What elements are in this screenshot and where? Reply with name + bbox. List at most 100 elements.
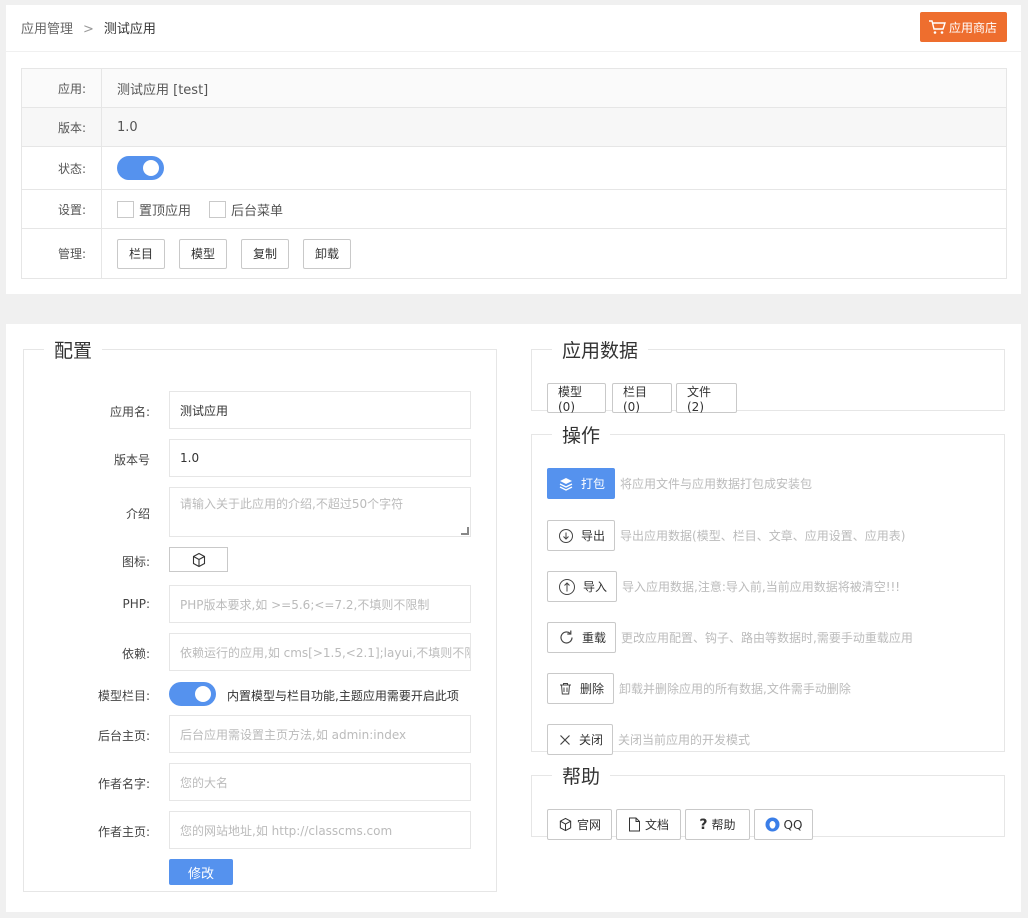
breadcrumb: 应用管理 > 测试应用	[21, 18, 156, 37]
op-row-export: 导出 导出应用数据(模型、栏目、文章、应用设置、应用表)	[547, 520, 905, 551]
reload-label: 重载	[582, 631, 607, 645]
qq-button[interactable]: QQ	[754, 809, 813, 840]
cube-icon	[191, 552, 207, 568]
close-dev-label: 关闭	[579, 733, 604, 747]
php-input[interactable]: PHP版本要求,如 >=5.6;<=7.2,不填则不限制	[169, 585, 471, 623]
app-data-channel-button[interactable]: 栏目(0)	[612, 383, 672, 414]
author-name-input[interactable]: 您的大名	[169, 763, 471, 801]
field-label: 依赖:	[121, 647, 150, 661]
app-info-table: 应用: 测试应用 [test] 版本: 1.0 状态: 设置: 置顶应用 后台菜…	[21, 68, 1007, 279]
qq-label: QQ	[783, 817, 803, 832]
pack-label: 打包	[581, 477, 606, 491]
field-label: 版本号	[113, 453, 150, 467]
help-fieldset: 帮助 官网 文档 ? 帮助 QQ	[531, 762, 1005, 840]
help-title: 帮助	[562, 766, 601, 788]
info-row-status: 状态:	[22, 147, 1006, 190]
op-row-import: 导入 导入应用数据,注意:导入前,当前应用数据将被清空!!!	[547, 571, 900, 602]
docs-button[interactable]: 文档	[616, 809, 681, 840]
author-home-input[interactable]: 您的网站地址,如 http://classcms.com	[169, 811, 471, 849]
info-app-value: 测试应用 [test]	[117, 82, 209, 98]
field-label: 介绍	[125, 507, 150, 521]
config-title: 配置	[54, 340, 93, 362]
delete-label: 删除	[580, 682, 605, 696]
help-button[interactable]: ? 帮助	[685, 809, 750, 840]
export-label: 导出	[581, 529, 606, 543]
download-icon	[558, 528, 574, 544]
info-row-manage: 管理: 栏目 模型 复制 卸载	[22, 229, 1006, 278]
cart-icon	[928, 19, 946, 35]
upload-icon	[558, 578, 576, 596]
op-row-pack: 打包 将应用文件与应用数据打包成安装包	[547, 468, 812, 499]
config-fieldset: 配置 应用名: 测试应用 版本号 1.0 介绍 请输入关于此应用的介绍,不超过5…	[23, 336, 497, 892]
app-data-fieldset: 应用数据 模型(0) 栏目(0) 文件(2)	[531, 336, 1005, 414]
close-icon	[558, 733, 572, 747]
field-label: 作者名字:	[97, 777, 150, 791]
info-label: 管理:	[22, 229, 102, 278]
save-button[interactable]: 修改	[169, 859, 233, 885]
reload-desc: 更改应用配置、钩子、路由等数据时,需要手动重载应用	[621, 631, 913, 645]
info-label: 版本:	[22, 108, 102, 146]
resize-grip-icon[interactable]	[461, 527, 469, 535]
pack-desc: 将应用文件与应用数据打包成安装包	[620, 477, 813, 491]
document-icon	[628, 817, 641, 832]
field-label: 模型栏目:	[97, 689, 150, 703]
pack-button[interactable]: 打包	[547, 468, 616, 499]
admin-home-input[interactable]: 后台应用需设置主页方法,如 admin:index	[169, 715, 471, 753]
docs-label: 文档	[644, 818, 669, 832]
refresh-icon	[558, 629, 575, 646]
depends-input[interactable]: 依赖运行的应用,如 cms[>1.5,<2.1];layui,不填则不限制	[169, 633, 471, 671]
official-site-button[interactable]: 官网	[547, 809, 612, 840]
trash-icon	[558, 681, 573, 696]
model-channel-desc: 内置模型与栏目功能,主题应用需要开启此项	[227, 689, 459, 703]
operations-title: 操作	[562, 425, 601, 447]
field-label: 应用名:	[109, 405, 150, 419]
op-row-delete: 删除 卸载并删除应用的所有数据,文件需手动删除	[547, 673, 851, 704]
uninstall-app-button[interactable]: 卸载	[303, 238, 352, 269]
app-config-card: 配置 应用名: 测试应用 版本号 1.0 介绍 请输入关于此应用的介绍,不超过5…	[6, 324, 1021, 912]
info-row-settings: 设置: 置顶应用 后台菜单	[22, 190, 1006, 229]
help-label: 帮助	[711, 818, 736, 832]
app-store-button[interactable]: 应用商店	[919, 12, 1007, 42]
app-info-card: 应用管理 > 测试应用 应用商店 应用: 测试应用 [test] 版本: 1.0 状…	[6, 5, 1021, 294]
close-dev-button[interactable]: 关闭	[547, 724, 614, 755]
export-desc: 导出应用数据(模型、栏目、文章、应用设置、应用表)	[620, 529, 906, 543]
delete-desc: 卸载并删除应用的所有数据,文件需手动删除	[619, 682, 851, 696]
intro-placeholder: 请输入关于此应用的介绍,不超过50个字符	[180, 497, 404, 511]
app-data-model-button[interactable]: 模型(0)	[547, 383, 606, 414]
info-row-version: 版本: 1.0	[22, 108, 1006, 147]
operations-fieldset: 操作 打包 将应用文件与应用数据打包成安装包 导出 导出应用数据(模型、栏目、文…	[531, 421, 1005, 755]
pin-app-checkbox[interactable]: 置顶应用	[117, 200, 191, 219]
app-data-title: 应用数据	[562, 340, 639, 362]
status-toggle[interactable]	[117, 156, 164, 180]
icon-picker-button[interactable]	[169, 547, 228, 572]
field-label: PHP:	[122, 597, 150, 611]
field-label: 后台主页:	[97, 729, 150, 743]
breadcrumb-current: 测试应用	[103, 22, 156, 37]
manage-model-button[interactable]: 模型	[179, 238, 228, 269]
delete-button[interactable]: 删除	[547, 673, 615, 704]
cube-icon	[558, 817, 573, 832]
checkbox-label: 后台菜单	[231, 203, 284, 219]
layers-icon	[558, 476, 574, 492]
app-name-input[interactable]: 测试应用	[169, 391, 471, 429]
intro-textarea[interactable]: 请输入关于此应用的介绍,不超过50个字符	[169, 487, 471, 537]
copy-app-button[interactable]: 复制	[241, 238, 290, 269]
info-row-app: 应用: 测试应用 [test]	[22, 69, 1006, 108]
version-input[interactable]: 1.0	[169, 439, 471, 477]
export-button[interactable]: 导出	[547, 520, 616, 551]
manage-channel-button[interactable]: 栏目	[117, 238, 166, 269]
breadcrumb-root[interactable]: 应用管理	[21, 22, 73, 37]
app-store-label: 应用商店	[948, 20, 997, 35]
qq-icon	[765, 817, 780, 832]
op-row-close: 关闭 关闭当前应用的开发模式	[547, 724, 750, 755]
admin-menu-checkbox[interactable]: 后台菜单	[209, 200, 283, 219]
model-channel-toggle[interactable]	[169, 682, 216, 706]
import-button[interactable]: 导入	[547, 571, 618, 602]
op-row-reload: 重载 更改应用配置、钩子、路由等数据时,需要手动重载应用	[547, 622, 913, 653]
question-icon: ?	[699, 816, 708, 833]
checkbox-label: 置顶应用	[139, 203, 192, 219]
reload-button[interactable]: 重载	[547, 622, 617, 653]
import-desc: 导入应用数据,注意:导入前,当前应用数据将被清空!!!	[622, 580, 901, 594]
app-data-file-button[interactable]: 文件(2)	[676, 383, 737, 414]
info-version-value: 1.0	[117, 119, 138, 135]
